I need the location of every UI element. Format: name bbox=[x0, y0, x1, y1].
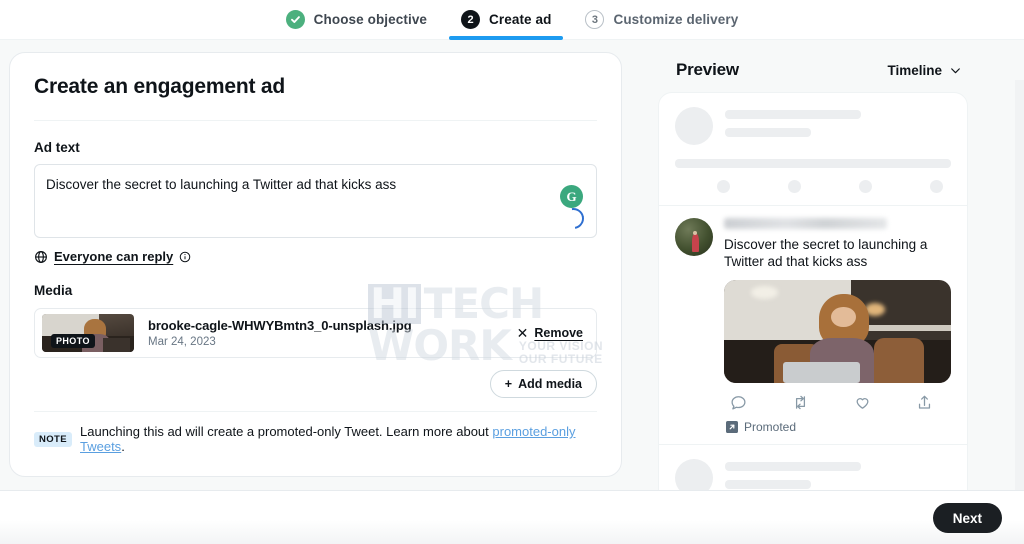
avatar bbox=[675, 218, 713, 256]
placement-select[interactable]: Timeline bbox=[887, 63, 962, 78]
info-icon[interactable] bbox=[179, 251, 191, 263]
ad-text-label: Ad text bbox=[34, 140, 80, 155]
plus-icon: + bbox=[504, 377, 513, 391]
preview-panel: Preview Timeline Discover the secret to … bbox=[658, 40, 968, 533]
tweet-preview-card: Discover the secret to launching a Twitt… bbox=[658, 206, 968, 445]
check-icon bbox=[285, 10, 305, 29]
remove-media-button[interactable]: ✕ Remove bbox=[517, 326, 583, 340]
next-button[interactable]: Next bbox=[932, 503, 1002, 533]
page-body: Create an engagement ad Ad text Discover… bbox=[0, 40, 1024, 533]
create-ad-form-card: Create an engagement ad Ad text Discover… bbox=[9, 52, 622, 477]
preview-title: Preview bbox=[676, 60, 739, 79]
promoted-badge: Promoted bbox=[724, 420, 951, 434]
add-media-row: + Add media bbox=[34, 370, 597, 398]
media-thumbnail: PHOTO bbox=[42, 314, 134, 352]
chevron-down-icon bbox=[949, 64, 962, 77]
grammarly-icon[interactable]: G bbox=[560, 185, 583, 208]
step-create-ad[interactable]: 2 Create ad bbox=[449, 0, 564, 40]
promoted-arrow-icon bbox=[726, 421, 738, 433]
step-number-badge: 3 bbox=[585, 10, 605, 29]
skeleton-avatar bbox=[675, 107, 713, 145]
footer-bar: Next bbox=[0, 490, 1024, 544]
skeleton-post-top bbox=[658, 92, 968, 206]
media-label: Media bbox=[34, 283, 73, 298]
add-media-button[interactable]: + Add media bbox=[489, 370, 597, 398]
media-filename: brooke-cagle-WHWYBmtn3_0-unsplash.jpg bbox=[148, 318, 412, 333]
page-title: Create an engagement ad bbox=[34, 75, 285, 98]
note-text-after: . bbox=[121, 439, 125, 454]
step-number-badge: 2 bbox=[461, 10, 481, 29]
active-step-underline bbox=[449, 36, 564, 40]
divider bbox=[34, 120, 597, 121]
step-label-choose-objective: Choose objective bbox=[313, 12, 428, 27]
preview-feed: Discover the secret to launching a Twitt… bbox=[658, 92, 968, 533]
retweet-icon[interactable] bbox=[792, 394, 809, 411]
reply-icon[interactable] bbox=[730, 394, 747, 411]
ad-text-input[interactable]: Discover the secret to launching a Twitt… bbox=[34, 164, 597, 238]
note-banner: NOTE Launching this ad will create a pro… bbox=[34, 424, 597, 454]
globe-icon bbox=[34, 250, 48, 264]
note-badge: NOTE bbox=[34, 431, 72, 447]
media-item-row: PHOTO brooke-cagle-WHWYBmtn3_0-unsplash.… bbox=[34, 308, 597, 358]
share-icon[interactable] bbox=[916, 394, 933, 411]
step-choose-objective[interactable]: Choose objective bbox=[285, 0, 428, 40]
step-label-create-ad: Create ad bbox=[489, 12, 552, 27]
preview-header: Preview Timeline bbox=[658, 40, 968, 92]
step-customize-delivery[interactable]: 3 Customize delivery bbox=[585, 0, 738, 40]
page-scrollbar[interactable] bbox=[1015, 80, 1024, 530]
promoted-label: Promoted bbox=[744, 420, 797, 434]
step-indicator-bar: Choose objective 2 Create ad 3 Customize… bbox=[0, 0, 1024, 40]
remove-label: Remove bbox=[534, 326, 583, 340]
note-text: Launching this ad will create a promoted… bbox=[80, 424, 597, 454]
photo-type-badge: PHOTO bbox=[51, 334, 95, 348]
step-label-customize-delivery: Customize delivery bbox=[613, 12, 739, 27]
ad-text-value: Discover the secret to launching a Twitt… bbox=[46, 177, 397, 192]
reply-settings-row[interactable]: Everyone can reply bbox=[34, 249, 597, 264]
like-icon[interactable] bbox=[854, 394, 871, 411]
close-icon: ✕ bbox=[516, 325, 529, 341]
add-media-label: Add media bbox=[518, 377, 582, 391]
account-name-redacted bbox=[724, 218, 888, 229]
placement-label: Timeline bbox=[887, 62, 942, 78]
tweet-action-bar bbox=[724, 383, 951, 411]
media-date: Mar 24, 2023 bbox=[148, 336, 216, 348]
tweet-media-image bbox=[724, 280, 951, 383]
note-text-before: Launching this ad will create a promoted… bbox=[80, 424, 493, 439]
media-details: brooke-cagle-WHWYBmtn3_0-unsplash.jpg Ma… bbox=[148, 318, 517, 348]
reply-setting-label[interactable]: Everyone can reply bbox=[54, 249, 173, 264]
ad-composer-page: Choose objective 2 Create ad 3 Customize… bbox=[0, 0, 1024, 544]
tweet-text: Discover the secret to launching a Twitt… bbox=[724, 237, 928, 269]
divider bbox=[34, 411, 597, 412]
loading-spinner-icon bbox=[558, 203, 589, 234]
